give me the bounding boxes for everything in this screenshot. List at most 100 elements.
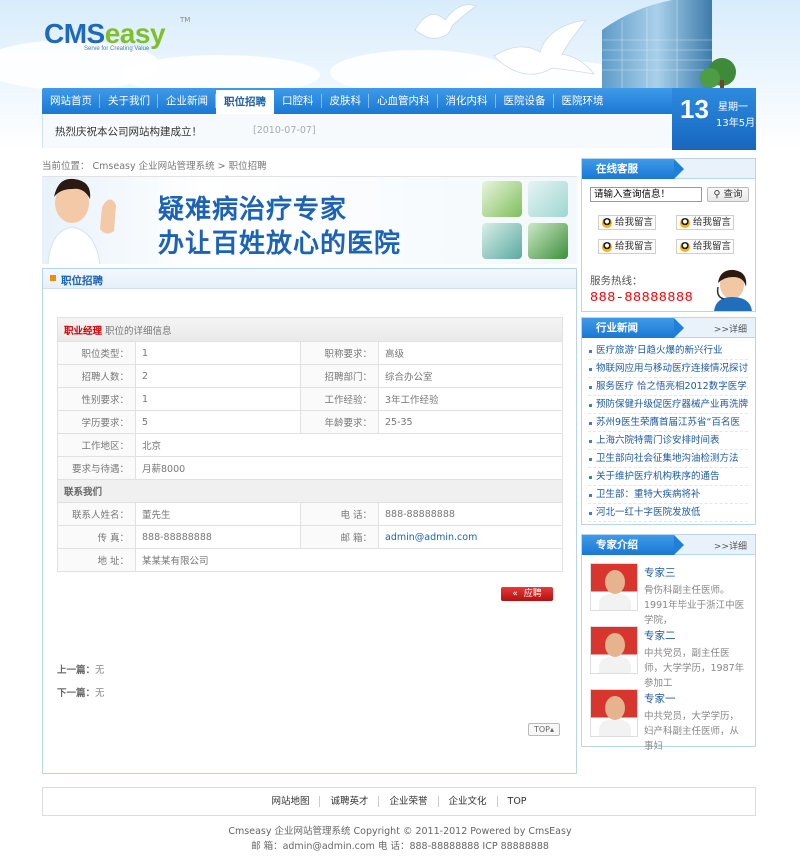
footer-link-top[interactable]: TOP	[496, 796, 537, 807]
experts-title: 专家介绍	[582, 535, 684, 555]
nav-item-about[interactable]: 关于我们	[100, 88, 158, 114]
experts-more-link[interactable]: >>详细	[714, 539, 747, 552]
news-item[interactable]: 医疗旅游‘日趋火爆的新兴行业	[588, 342, 748, 360]
field-label: 电 话：	[300, 502, 379, 526]
footer-contact: 邮 箱：admin@admin.com 电 话：888-88888888 ICP…	[251, 841, 549, 852]
news-item[interactable]: 苏州9医生荣膺首届江苏省“百名医	[588, 414, 748, 432]
address-value: 某某某有限公司	[135, 548, 563, 572]
news-item[interactable]: 关于维护医疗机构秩序的通告	[588, 468, 748, 486]
field-label: 工作地区：	[57, 433, 136, 457]
nav-item-gastro[interactable]: 消化内科	[438, 88, 496, 114]
banner-headline: 疑难病治疗专家	[158, 195, 348, 225]
field-label: 地 址：	[57, 548, 136, 572]
date-year-month: 13年5月	[716, 118, 756, 129]
hotline-number: 888-88888888	[590, 291, 694, 306]
field-label: 职称要求：	[300, 341, 379, 365]
expert-name[interactable]: 专家二	[644, 628, 676, 643]
news-item[interactable]: 物联网应用与移动医疗连接情况探讨	[588, 360, 748, 378]
news-item[interactable]: 预防保健升级促医疗器械产业再洗牌	[588, 396, 748, 414]
job-detail-table: 职业经理 职位的详细信息 职位类型： 1 职称要求： 高级 招聘人数： 2 招聘…	[57, 317, 563, 572]
table-row: 性别要求： 1 工作经验： 3年工作经验	[57, 387, 563, 411]
field-value: 25-35	[378, 410, 563, 434]
expert-name[interactable]: 专家一	[644, 691, 676, 706]
contact-section-title: 联系我们	[57, 479, 563, 503]
field-value: 1	[135, 341, 301, 365]
expert-photo[interactable]	[590, 689, 638, 737]
leave-message-button[interactable]: 给我留言	[676, 239, 734, 254]
logo-trademark: TM	[180, 16, 191, 24]
breadcrumb-current[interactable]: 职位招聘	[229, 161, 267, 172]
table-row: 职位类型： 1 职称要求： 高级	[57, 341, 563, 365]
expert-photo[interactable]	[590, 626, 638, 674]
news-item[interactable]: 上海六院特需门诊安排时间表	[588, 432, 748, 450]
field-label: 年龄要求：	[300, 410, 379, 434]
field-label: 性别要求：	[57, 387, 136, 411]
footer-link-sitemap[interactable]: 网站地图	[261, 796, 319, 807]
work-area-value: 北京	[135, 433, 563, 457]
nav-item-cardiology[interactable]: 心血管内科	[369, 88, 438, 114]
email-link[interactable]: admin@admin.com	[378, 525, 563, 549]
prev-article: 上一篇：无	[57, 662, 105, 676]
job-title: 职业经理	[64, 325, 103, 337]
breadcrumb-prefix: 当前位置：	[42, 161, 90, 172]
field-label: 要求与待遇：	[57, 456, 136, 480]
news-item[interactable]: 服务医疗 恰之悟亮相2012数字医学...	[588, 378, 748, 396]
leave-message-button[interactable]: 给我留言	[676, 215, 734, 230]
search-input[interactable]: 请输入查询信息！	[590, 187, 702, 202]
table-row: 工作地区： 北京	[57, 433, 563, 457]
fax-value: 888-88888888	[135, 525, 301, 549]
job-title-cell: 职业经理 职位的详细信息	[57, 317, 563, 342]
nav-item-jobs[interactable]: 职位招聘	[216, 90, 274, 114]
footer-link-careers[interactable]: 诚聘英才	[319, 796, 378, 807]
expert-card[interactable]: 专家二 中共党员，副主任医师，大学学历，1987年参加工	[590, 626, 750, 689]
banner-subheadline: 办让百姓放心的医院	[158, 229, 402, 259]
announcement-text[interactable]: 热烈庆祝本公司网站构建成立！	[55, 124, 202, 139]
copyright: Cmseasy 企业网站管理系统 Copyright © 2011-2012 P…	[0, 824, 800, 854]
table-row: 地 址： 某某某有限公司	[57, 548, 563, 572]
leave-message-button[interactable]: 给我留言	[598, 239, 656, 254]
expert-photo[interactable]	[590, 563, 638, 611]
footer-link-honors[interactable]: 企业荣誉	[378, 796, 437, 807]
news-item[interactable]: 河北一红十字医院发放低	[588, 504, 748, 522]
footer-links-bar: 网站地图 诚聘英才 企业荣誉 企业文化 TOP	[42, 787, 756, 816]
expert-description: 骨伤科副主任医师。1991年毕业于浙江中医学院，	[644, 585, 745, 626]
logo-text-easy: easy	[104, 18, 166, 49]
nav-item-environment[interactable]: 医院环境	[554, 88, 612, 114]
nav-item-news[interactable]: 企业新闻	[158, 88, 216, 114]
dove-icon	[414, 4, 477, 39]
nav-item-home[interactable]: 网站首页	[42, 88, 100, 114]
next-value[interactable]: 无	[95, 688, 105, 699]
job-subtitle: 职位的详细信息	[105, 325, 172, 337]
experts-header: 专家介绍 >>详细	[582, 535, 755, 555]
news-item[interactable]: 卫生部：重特大疾病将补	[588, 486, 748, 504]
expert-name[interactable]: 专家三	[644, 565, 676, 580]
apply-button[interactable]: « 应聘	[501, 587, 553, 601]
industry-news-more-link[interactable]: >>详细	[714, 322, 747, 335]
field-label: 招聘人数：	[57, 364, 136, 388]
expert-card[interactable]: 专家三 骨伤科副主任医师。1991年毕业于浙江中医学院，	[590, 563, 750, 626]
prev-value[interactable]: 无	[95, 665, 105, 676]
back-to-top-button[interactable]: TOP▴	[528, 723, 560, 736]
field-label: 工作经验：	[300, 387, 379, 411]
hospital-banner: 疑难病治疗专家 办让百姓放心的医院	[42, 176, 577, 264]
phone-value: 888-88888888	[378, 502, 563, 526]
footer-link-culture[interactable]: 企业文化	[437, 796, 497, 807]
leave-message-label: 给我留言	[615, 241, 654, 252]
category-header: 职位招聘	[43, 269, 576, 289]
announcement-date: [2010-07-07]	[253, 125, 316, 136]
nav-item-equipment[interactable]: 医院设备	[496, 88, 554, 114]
leave-message-label: 给我留言	[615, 217, 654, 228]
building-illustration	[602, 0, 736, 90]
category-title: 职位招聘	[61, 275, 103, 287]
expert-card[interactable]: 专家一 中共党员，大学学历，妇产科副主任医师，从事妇	[590, 689, 750, 752]
breadcrumb-separator: >	[217, 161, 226, 172]
breadcrumb-site[interactable]: Cmseasy 企业网站管理系统	[93, 161, 215, 172]
search-button[interactable]: ⚲ 查询	[707, 187, 749, 202]
nav-item-dental[interactable]: 口腔科	[274, 88, 322, 114]
nav-item-dermatology[interactable]: 皮肤科	[322, 88, 370, 114]
leave-message-button[interactable]: 给我留言	[598, 215, 656, 230]
news-item[interactable]: 卫生部向社会征集地沟油检测方法	[588, 450, 748, 468]
table-row: 要求与待遇： 月薪8000	[57, 456, 563, 480]
table-row: 联系人姓名： 董先生 电 话： 888-88888888	[57, 502, 563, 526]
contact-name-value: 董先生	[135, 502, 301, 526]
